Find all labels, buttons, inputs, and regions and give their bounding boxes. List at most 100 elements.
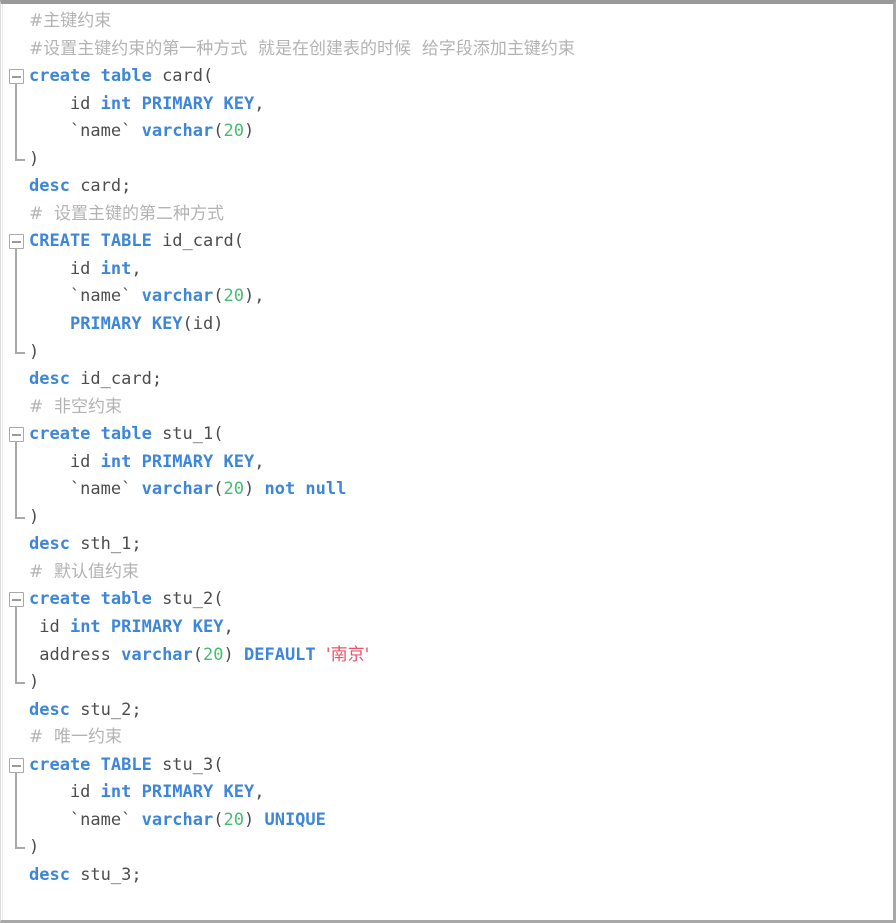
token-plain: ( (213, 286, 224, 307)
code-line[interactable]: desc sth_1; (1, 531, 893, 559)
token-plain: stu_1( (151, 424, 224, 445)
code-line[interactable]: id int PRIMARY KEY, (1, 90, 893, 119)
token-num: 20 (203, 644, 224, 665)
code-line[interactable]: desc id_card; (1, 366, 893, 394)
token-plain: id (29, 258, 101, 279)
token-plain: ) (29, 341, 40, 362)
code-line[interactable]: id int PRIMARY KEY, (1, 614, 893, 642)
token-comment: # 非空约束 (29, 396, 123, 417)
token-plain: stu_2; (69, 699, 142, 720)
token-plain: address (29, 644, 122, 665)
code-line[interactable]: # 唯一约束 (1, 724, 893, 752)
code-line[interactable]: create table card( (1, 63, 893, 92)
token-plain: ) (243, 479, 265, 500)
code-line[interactable]: `name` varchar(20), (1, 283, 893, 312)
code-line[interactable]: ) (1, 338, 893, 367)
fold-collapse-minus-icon[interactable] (9, 427, 24, 443)
token-plain: `name` (29, 479, 142, 500)
fold-guide-end (15, 669, 25, 685)
fold-guide-line (15, 476, 17, 504)
code-line[interactable]: create table stu_1( (1, 421, 893, 450)
token-kw: create TABLE (29, 754, 152, 775)
token-plain: , (254, 93, 265, 114)
token-num: 20 (223, 121, 244, 142)
token-plain: ) (243, 121, 255, 142)
token-kw: varchar (141, 286, 214, 307)
token-plain: stu_3; (69, 864, 142, 885)
token-plain: , (254, 451, 265, 472)
token-plain: stu_3( (151, 754, 224, 775)
token-kw: varchar (141, 121, 214, 142)
token-plain: id (29, 93, 101, 114)
token-kw: desc (29, 369, 70, 390)
code-line[interactable]: #主键约束 (1, 8, 893, 36)
token-plain: ), (243, 286, 265, 307)
code-line[interactable]: create TABLE stu_3( (1, 752, 893, 781)
token-plain: id (29, 451, 101, 472)
fold-guide-line (15, 311, 17, 339)
fold-guide-end (15, 503, 25, 519)
token-plain: card; (69, 176, 132, 197)
token-plain: stu_2( (151, 589, 224, 610)
code-line[interactable]: ) (1, 503, 893, 532)
token-kw: create table (29, 424, 152, 445)
code-line[interactable]: id int PRIMARY KEY, (1, 448, 893, 477)
code-line[interactable]: # 设置主键的第二种方式 (1, 201, 893, 229)
fold-guide-line (15, 779, 17, 807)
token-comment: # 设置主键的第二种方式 (29, 203, 225, 224)
token-plain: `name` (29, 809, 142, 830)
code-line[interactable]: `name` varchar(20) UNIQUE (1, 806, 893, 835)
code-line[interactable]: ) (1, 669, 893, 697)
token-plain: id (29, 782, 101, 803)
token-str: '南京' (325, 644, 370, 665)
code-line[interactable]: desc stu_3; (1, 862, 893, 890)
token-plain: , (254, 782, 265, 803)
fold-collapse-minus-icon[interactable] (9, 234, 24, 250)
token-plain: , (223, 617, 234, 638)
token-plain: `name` (29, 121, 142, 142)
token-kw: varchar (141, 809, 214, 830)
token-plain: ) (29, 148, 40, 169)
code-line[interactable]: #设置主键约束的第一种方式 就是在创建表的时候 给字段添加主键约束 (1, 36, 893, 64)
token-plain: ( (213, 121, 224, 142)
code-line[interactable]: # 非空约束 (1, 394, 893, 422)
token-num: 20 (223, 479, 244, 500)
token-num: 20 (223, 809, 244, 830)
fold-guide-line (15, 614, 17, 642)
code-line[interactable]: # 默认值约束 (1, 559, 893, 587)
token-comment: #主键约束 (29, 11, 112, 31)
token-kw: int PRIMARY KEY (100, 782, 255, 803)
token-plain: id (29, 617, 70, 638)
code-line[interactable]: desc stu_2; (1, 697, 893, 725)
token-kw: desc (29, 176, 70, 197)
token-kw: int PRIMARY KEY (100, 451, 255, 472)
code-line[interactable]: PRIMARY KEY(id) (1, 311, 893, 339)
code-line[interactable]: ) (1, 834, 893, 862)
code-area[interactable]: #主键约束 #设置主键约束的第一种方式 就是在创建表的时候 给字段添加主键约束 cr… (1, 4, 893, 890)
fold-guide-line (15, 255, 17, 284)
code-line[interactable]: `name` varchar(20) not null (1, 476, 893, 504)
token-kw: int PRIMARY KEY (100, 93, 255, 114)
fold-collapse-minus-icon[interactable] (9, 592, 24, 608)
token-kw: not null (264, 479, 347, 500)
code-line[interactable]: create table stu_2( (1, 586, 893, 616)
code-line[interactable]: desc card; (1, 173, 893, 201)
token-kw: UNIQUE (264, 809, 326, 830)
code-line[interactable]: CREATE TABLE id_card( (1, 228, 893, 257)
fold-collapse-minus-icon[interactable] (9, 757, 24, 773)
token-plain: ) (223, 644, 244, 665)
fold-guide-end (15, 145, 25, 161)
token-plain: card( (151, 66, 214, 87)
code-line[interactable]: id int, (1, 255, 893, 284)
code-line[interactable]: `name` varchar(20) (1, 118, 893, 146)
fold-guide-end (15, 338, 25, 354)
token-kw: desc (29, 864, 70, 885)
code-line[interactable]: address varchar(20) DEFAULT '南京' (1, 641, 893, 670)
fold-guide-line (15, 448, 17, 477)
token-plain: ( (213, 809, 224, 830)
token-plain: id_card( (151, 231, 244, 252)
code-line[interactable]: ) (1, 145, 893, 174)
fold-collapse-minus-icon[interactable] (9, 69, 24, 85)
code-line[interactable]: id int PRIMARY KEY, (1, 779, 893, 807)
